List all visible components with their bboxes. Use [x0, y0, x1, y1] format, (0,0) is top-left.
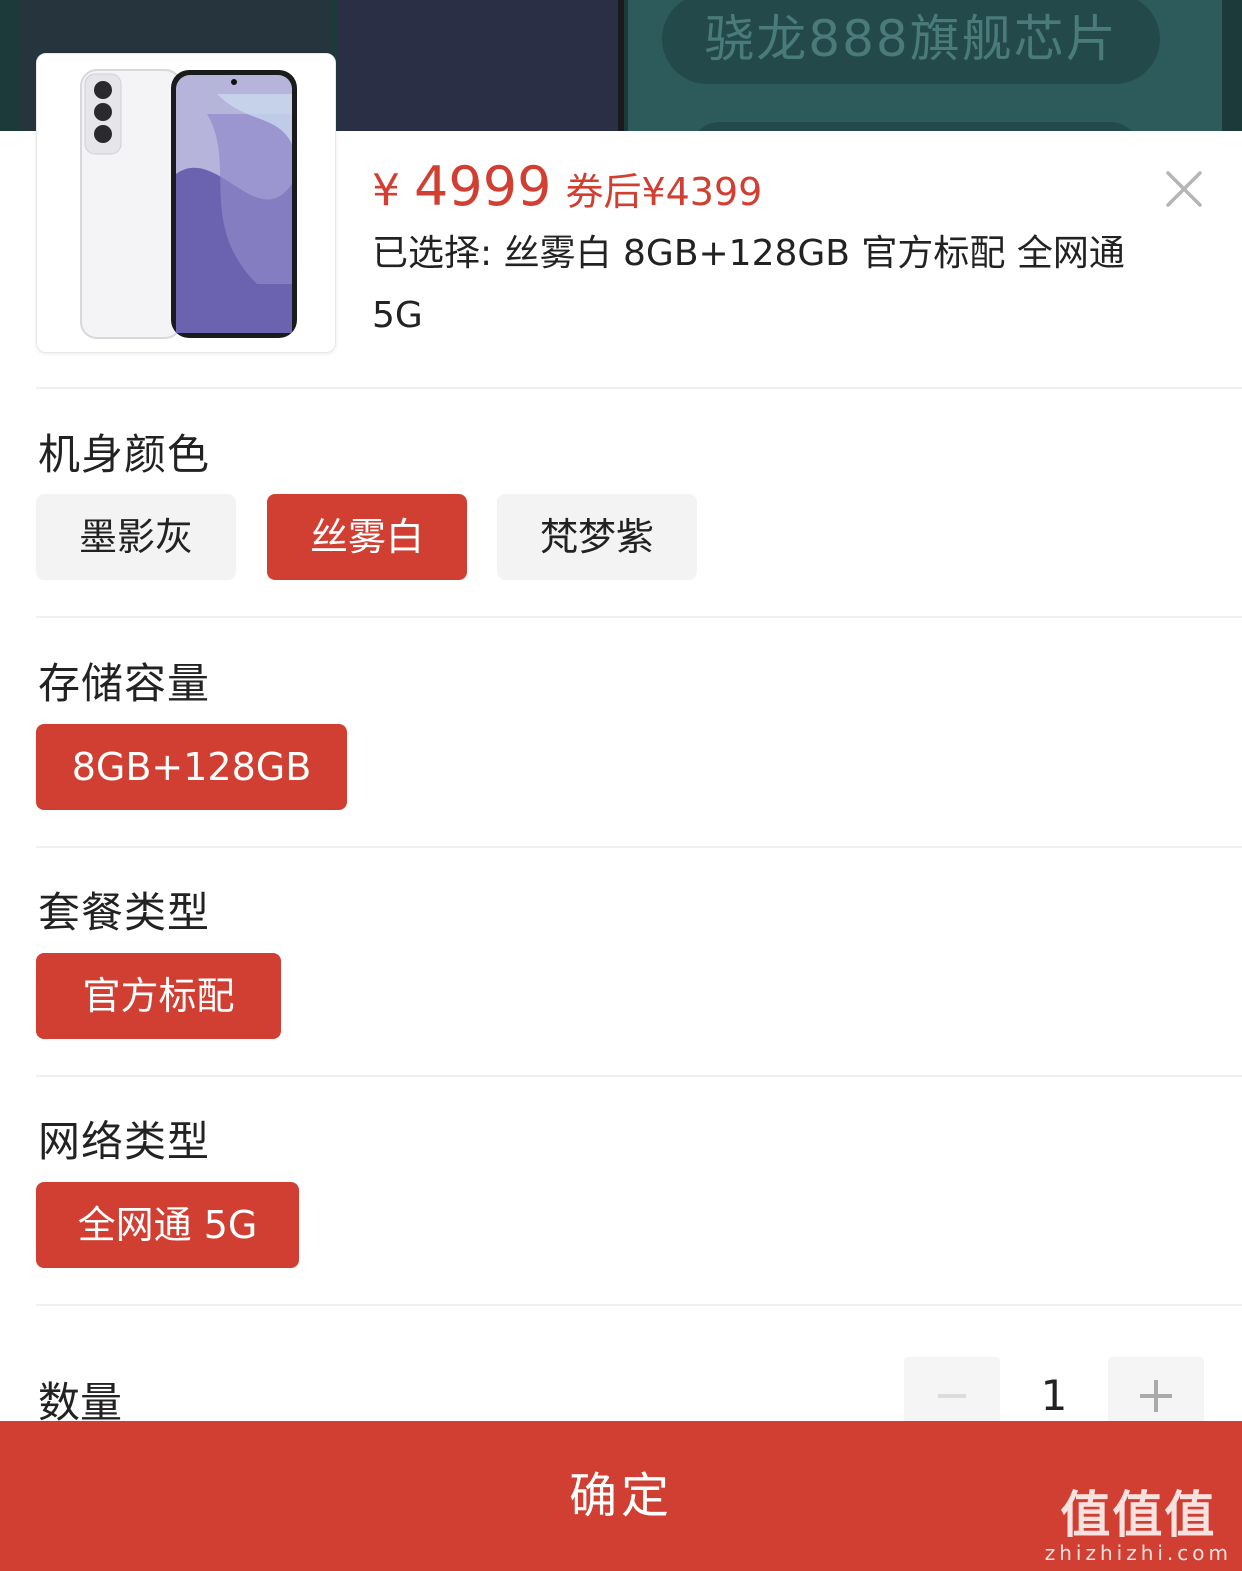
- background-banner-pill: 骁龙888旗舰芯片: [662, 0, 1160, 84]
- section-title-storage: 存储容量: [38, 659, 211, 708]
- close-icon: [1166, 171, 1202, 207]
- section-title-color: 机身颜色: [38, 430, 211, 479]
- option-color-0[interactable]: 墨影灰: [36, 494, 236, 580]
- phone-product-image-icon: [80, 69, 297, 339]
- sku-selection-sheet: ¥4999 券后¥4399 已选择: 丝雾白 8GB+128GB 官方标配 全网通…: [0, 53, 1242, 1571]
- selected-summary: 已选择: 丝雾白 8GB+128GB 官方标配 全网通 5G: [372, 233, 1125, 336]
- quantity-value[interactable]: 1: [1004, 1371, 1104, 1420]
- divider: [36, 846, 1242, 848]
- confirm-button-label: 确定: [568, 1468, 673, 1524]
- watermark-text: 值值值: [1060, 1486, 1217, 1544]
- price-value: 4999: [414, 155, 552, 218]
- divider: [36, 1304, 1242, 1306]
- watermark-logo: 值值值 zhizhizhi.com: [1045, 1485, 1232, 1565]
- option-network-0[interactable]: 全网通 5G: [36, 1182, 299, 1268]
- background-phone-image-2: [338, 0, 624, 135]
- watermark-url: zhizhizhi.com: [1044, 1541, 1232, 1565]
- section-title-network: 网络类型: [38, 1117, 211, 1166]
- option-package-0[interactable]: 官方标配: [36, 953, 281, 1039]
- divider: [36, 387, 1242, 389]
- option-color-1[interactable]: 丝雾白: [267, 494, 467, 580]
- option-color-2[interactable]: 梵梦紫: [497, 494, 697, 580]
- confirm-button[interactable]: 确定 值值值 zhizhizhi.com: [0, 1421, 1242, 1571]
- product-thumbnail: [36, 53, 336, 353]
- price-row: ¥4999 券后¥4399: [372, 155, 762, 218]
- divider: [36, 616, 1242, 618]
- price-currency-symbol: ¥: [372, 165, 400, 216]
- coupon-price: 券后¥4399: [565, 170, 763, 214]
- option-storage-0[interactable]: 8GB+128GB: [36, 724, 347, 810]
- close-button[interactable]: [1160, 165, 1208, 213]
- divider: [36, 1075, 1242, 1077]
- section-title-package: 套餐类型: [38, 888, 211, 937]
